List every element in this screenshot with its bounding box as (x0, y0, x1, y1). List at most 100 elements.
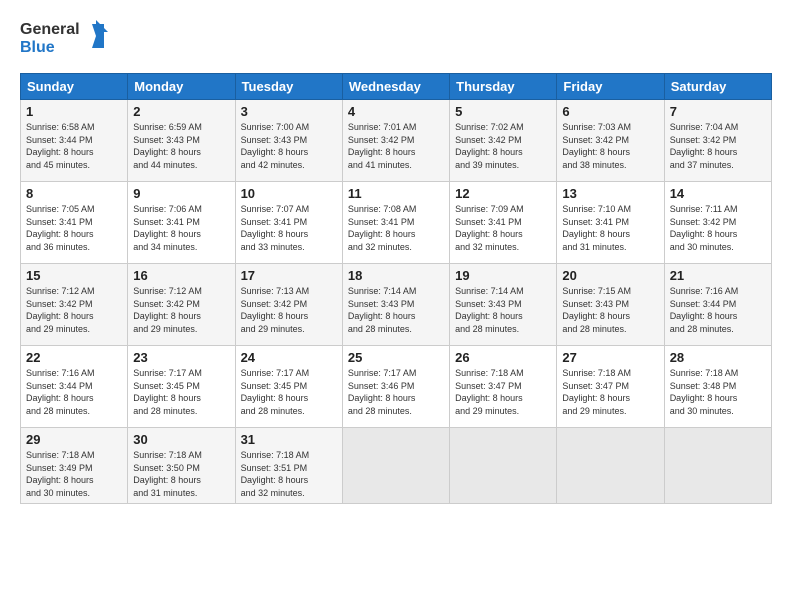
day-info: Sunrise: 7:09 AM Sunset: 3:41 PM Dayligh… (455, 203, 551, 253)
calendar-table: Sunday Monday Tuesday Wednesday Thursday… (20, 73, 772, 504)
day-number: 3 (241, 104, 337, 119)
table-cell: 11Sunrise: 7:08 AM Sunset: 3:41 PM Dayli… (342, 182, 449, 264)
table-cell (557, 428, 664, 504)
table-cell: 8 Sunrise: 7:05 AM Sunset: 3:41 PM Daylig… (21, 182, 128, 264)
header: General Blue (20, 16, 772, 63)
day-info: Sunrise: 7:13 AM Sunset: 3:42 PM Dayligh… (241, 285, 337, 335)
table-cell: 25 Sunrise: 7:17 AM Sunset: 3:46 PM Dayli… (342, 346, 449, 428)
day-number: 17 (241, 268, 337, 283)
day-info: Sunrise: 7:07 AM Sunset: 3:41 PM Dayligh… (241, 203, 337, 253)
table-cell: 17 Sunrise: 7:13 AM Sunset: 3:42 PM Dayli… (235, 264, 342, 346)
table-cell: 13Sunrise: 7:10 AM Sunset: 3:41 PM Dayli… (557, 182, 664, 264)
day-info: Sunrise: 7:12 AM Sunset: 3:42 PM Dayligh… (133, 285, 229, 335)
day-number: 25 (348, 350, 444, 365)
day-number: 31 (241, 432, 337, 447)
table-cell: 14 Sunrise: 7:11 AM Sunset: 3:42 PM Dayli… (664, 182, 771, 264)
page: General Blue Sunday Monday Tuesday Wedne… (0, 0, 792, 612)
table-cell: 5 Sunrise: 7:02 AM Sunset: 3:42 PM Daylig… (450, 100, 557, 182)
day-number: 7 (670, 104, 766, 119)
day-number: 11 (348, 186, 444, 201)
table-cell (450, 428, 557, 504)
day-info: Sunrise: 7:18 AM Sunset: 3:50 PM Dayligh… (133, 449, 229, 499)
col-tuesday: Tuesday (235, 74, 342, 100)
day-info: Sunrise: 7:11 AM Sunset: 3:42 PM Dayligh… (670, 203, 766, 253)
day-info: Sunrise: 6:58 AM Sunset: 3:44 PM Dayligh… (26, 121, 122, 171)
col-friday: Friday (557, 74, 664, 100)
day-info: Sunrise: 7:00 AM Sunset: 3:43 PM Dayligh… (241, 121, 337, 171)
day-info: Sunrise: 7:02 AM Sunset: 3:42 PM Dayligh… (455, 121, 551, 171)
table-cell: 26 Sunrise: 7:18 AM Sunset: 3:47 PM Dayli… (450, 346, 557, 428)
table-cell: 22Sunrise: 7:16 AM Sunset: 3:44 PM Dayli… (21, 346, 128, 428)
table-cell: 24 Sunrise: 7:17 AM Sunset: 3:45 PM Dayli… (235, 346, 342, 428)
table-cell: 21 Sunrise: 7:16 AM Sunset: 3:44 PM Dayli… (664, 264, 771, 346)
day-info: Sunrise: 7:18 AM Sunset: 3:47 PM Dayligh… (562, 367, 658, 417)
logo: General Blue (20, 16, 110, 63)
day-info: Sunrise: 7:04 AM Sunset: 3:42 PM Dayligh… (670, 121, 766, 171)
day-number: 20 (562, 268, 658, 283)
day-number: 12 (455, 186, 551, 201)
day-number: 10 (241, 186, 337, 201)
day-info: Sunrise: 7:18 AM Sunset: 3:51 PM Dayligh… (241, 449, 337, 499)
day-number: 16 (133, 268, 229, 283)
table-cell: 6 Sunrise: 7:03 AM Sunset: 3:42 PM Daylig… (557, 100, 664, 182)
day-number: 4 (348, 104, 444, 119)
day-number: 8 (26, 186, 122, 201)
table-cell: 4 Sunrise: 7:01 AM Sunset: 3:42 PM Daylig… (342, 100, 449, 182)
day-number: 21 (670, 268, 766, 283)
day-number: 5 (455, 104, 551, 119)
col-saturday: Saturday (664, 74, 771, 100)
day-number: 26 (455, 350, 551, 365)
table-cell: 16 Sunrise: 7:12 AM Sunset: 3:42 PM Dayli… (128, 264, 235, 346)
day-number: 1 (26, 104, 122, 119)
svg-text:General: General (20, 21, 80, 38)
day-number: 28 (670, 350, 766, 365)
col-monday: Monday (128, 74, 235, 100)
day-info: Sunrise: 7:17 AM Sunset: 3:46 PM Dayligh… (348, 367, 444, 417)
day-number: 30 (133, 432, 229, 447)
day-number: 18 (348, 268, 444, 283)
table-cell: 27Sunrise: 7:18 AM Sunset: 3:47 PM Dayli… (557, 346, 664, 428)
day-number: 23 (133, 350, 229, 365)
svg-text:Blue: Blue (20, 39, 55, 56)
day-number: 14 (670, 186, 766, 201)
day-info: Sunrise: 6:59 AM Sunset: 3:43 PM Dayligh… (133, 121, 229, 171)
day-number: 6 (562, 104, 658, 119)
table-cell: 19 Sunrise: 7:14 AM Sunset: 3:43 PM Dayli… (450, 264, 557, 346)
table-cell: 31 Sunrise: 7:18 AM Sunset: 3:51 PM Dayli… (235, 428, 342, 504)
day-info: Sunrise: 7:16 AM Sunset: 3:44 PM Dayligh… (670, 285, 766, 335)
day-number: 19 (455, 268, 551, 283)
day-info: Sunrise: 7:12 AM Sunset: 3:42 PM Dayligh… (26, 285, 122, 335)
col-thursday: Thursday (450, 74, 557, 100)
table-cell: 15 Sunrise: 7:12 AM Sunset: 3:42 PM Dayli… (21, 264, 128, 346)
table-cell: 3 Sunrise: 7:00 AM Sunset: 3:43 PM Daylig… (235, 100, 342, 182)
col-sunday: Sunday (21, 74, 128, 100)
table-cell: 23 Sunrise: 7:17 AM Sunset: 3:45 PM Dayli… (128, 346, 235, 428)
day-number: 15 (26, 268, 122, 283)
day-number: 29 (26, 432, 122, 447)
table-cell: 29 Sunrise: 7:18 AM Sunset: 3:49 PM Dayli… (21, 428, 128, 504)
day-info: Sunrise: 7:17 AM Sunset: 3:45 PM Dayligh… (241, 367, 337, 417)
day-number: 9 (133, 186, 229, 201)
day-info: Sunrise: 7:01 AM Sunset: 3:42 PM Dayligh… (348, 121, 444, 171)
day-info: Sunrise: 7:15 AM Sunset: 3:43 PM Dayligh… (562, 285, 658, 335)
table-cell: 12 Sunrise: 7:09 AM Sunset: 3:41 PM Dayli… (450, 182, 557, 264)
day-info: Sunrise: 7:18 AM Sunset: 3:47 PM Dayligh… (455, 367, 551, 417)
day-info: Sunrise: 7:18 AM Sunset: 3:49 PM Dayligh… (26, 449, 122, 499)
table-cell: 9 Sunrise: 7:06 AM Sunset: 3:41 PM Daylig… (128, 182, 235, 264)
table-cell: 28Sunrise: 7:18 AM Sunset: 3:48 PM Dayli… (664, 346, 771, 428)
day-info: Sunrise: 7:14 AM Sunset: 3:43 PM Dayligh… (348, 285, 444, 335)
day-info: Sunrise: 7:16 AM Sunset: 3:44 PM Dayligh… (26, 367, 122, 417)
day-info: Sunrise: 7:05 AM Sunset: 3:41 PM Dayligh… (26, 203, 122, 253)
day-number: 2 (133, 104, 229, 119)
table-cell: 18 Sunrise: 7:14 AM Sunset: 3:43 PM Dayli… (342, 264, 449, 346)
day-number: 13 (562, 186, 658, 201)
table-cell: 2 Sunrise: 6:59 AM Sunset: 3:43 PM Daylig… (128, 100, 235, 182)
day-info: Sunrise: 7:06 AM Sunset: 3:41 PM Dayligh… (133, 203, 229, 253)
table-cell: 20 Sunrise: 7:15 AM Sunset: 3:43 PM Dayli… (557, 264, 664, 346)
table-cell (342, 428, 449, 504)
day-number: 24 (241, 350, 337, 365)
day-info: Sunrise: 7:03 AM Sunset: 3:42 PM Dayligh… (562, 121, 658, 171)
table-cell: 7 Sunrise: 7:04 AM Sunset: 3:42 PM Daylig… (664, 100, 771, 182)
day-info: Sunrise: 7:17 AM Sunset: 3:45 PM Dayligh… (133, 367, 229, 417)
day-info: Sunrise: 7:14 AM Sunset: 3:43 PM Dayligh… (455, 285, 551, 335)
